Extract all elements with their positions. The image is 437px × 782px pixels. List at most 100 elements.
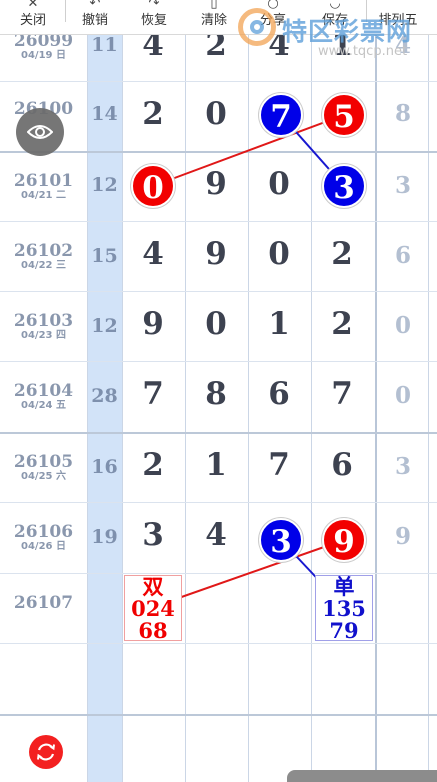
bottom-bar: [287, 770, 437, 782]
sum-value: 12: [91, 174, 118, 196]
digit-4-ball: 5: [322, 93, 366, 137]
close-icon: ✕: [27, 0, 39, 11]
digit-4-ball: 9: [322, 518, 366, 562]
prediction-digits: 024: [131, 596, 175, 621]
tail-value: 4: [394, 32, 411, 59]
sum-value: 16: [91, 456, 118, 478]
digit-4: 7: [331, 376, 353, 412]
save-label: 保存: [321, 13, 348, 28]
prediction-even[interactable]: 双 024 68: [124, 574, 182, 643]
clear-button[interactable]: ▯ 清除: [195, 0, 233, 34]
period-cell: 26099 04/19 日: [0, 32, 87, 62]
period-number: 26105: [13, 452, 74, 472]
toolbar-divider: [65, 0, 66, 22]
digit-3: 7: [268, 447, 290, 483]
period-number: 26103: [13, 311, 74, 331]
digit-1: 9: [142, 306, 164, 342]
digit-2: 4: [205, 517, 227, 553]
period-cell: 26101 04/21 二: [0, 172, 87, 202]
sum-value: 28: [91, 385, 118, 407]
digit-2: 9: [205, 236, 227, 272]
chart-grid: 26099 04/19 日 11 4 2 4 1 4 26100 14 2 0 …: [0, 0, 437, 782]
digit-1: 4: [142, 236, 164, 272]
digit-1: 7: [142, 376, 164, 412]
digit-2: 8: [205, 376, 227, 412]
prediction-odd[interactable]: 单 135 79: [315, 574, 373, 643]
sum-value: 15: [91, 245, 118, 267]
tail-value: 3: [394, 172, 411, 199]
period-number: 26101: [13, 171, 74, 191]
digit-4: 2: [331, 236, 353, 272]
period-date: 04/21 二: [21, 190, 66, 201]
period-cell: 26103 04/23 四: [0, 312, 87, 342]
period-number: 26107: [13, 593, 74, 613]
tail-value: 9: [394, 523, 411, 550]
share-label: 分享: [259, 13, 286, 28]
period-cell: 26106 04/26 日: [0, 523, 87, 553]
toolbar: ✕ 关闭 ↶ 撤销 ↷ 恢复 ▯ 清除 ○ 分享 ◡ 保存 ˅ 排列五: [0, 0, 437, 35]
digit-1: 3: [142, 517, 164, 553]
eye-icon: [27, 125, 53, 139]
sum-value: 19: [91, 526, 118, 548]
digit-1-ball: 0: [131, 164, 175, 208]
digit-1: 2: [142, 447, 164, 483]
digit-3-ball: 3: [259, 518, 303, 562]
undo-label: 撤销: [81, 13, 108, 28]
digit-2: 9: [205, 166, 227, 202]
digit-2: 1: [205, 447, 227, 483]
digit-3: 6: [268, 376, 290, 412]
period-cell: 26104 04/24 五: [0, 382, 87, 412]
tail-value: 0: [394, 312, 411, 339]
toolbar-divider: [366, 0, 367, 22]
tail-value: 8: [394, 100, 411, 127]
share-button[interactable]: ○ 分享: [254, 0, 292, 34]
refresh-icon: [37, 743, 55, 761]
digit-4: 2: [331, 306, 353, 342]
digit-3: 0: [268, 166, 290, 202]
redo-button[interactable]: ↷ 恢复: [135, 0, 173, 34]
period-date: 04/24 五: [21, 400, 66, 411]
period-cell: 26107: [0, 594, 87, 612]
share-icon: ○: [267, 0, 279, 11]
prediction-digits: 79: [329, 618, 359, 643]
close-button[interactable]: ✕ 关闭: [14, 0, 52, 34]
digit-2: 0: [205, 306, 227, 342]
clear-label: 清除: [200, 13, 227, 28]
period-cell: 26102 04/22 三: [0, 242, 87, 272]
digit-2: 0: [205, 96, 227, 132]
lottery-type-label: 排列五: [378, 13, 418, 28]
tail-value: 3: [394, 453, 411, 480]
sum-value: 12: [91, 315, 118, 337]
redo-icon: ↷: [148, 0, 160, 11]
period-number: 26102: [13, 241, 74, 261]
prediction-label: 双: [142, 574, 164, 599]
period-number: 26106: [13, 522, 74, 542]
period-cell: 26105 04/25 六: [0, 453, 87, 483]
sum-value: 11: [91, 34, 118, 56]
visibility-toggle-button[interactable]: [16, 108, 64, 156]
lottery-type-selector[interactable]: ˅ 排列五: [372, 0, 424, 34]
period-date: 04/26 日: [21, 541, 66, 552]
period-date: 04/19 日: [21, 50, 66, 61]
trash-icon: ▯: [210, 0, 218, 11]
download-icon: ◡: [329, 0, 341, 11]
period-date: 04/22 三: [21, 260, 66, 271]
prediction-digits: 135: [322, 596, 366, 621]
digit-3: 0: [268, 236, 290, 272]
digit-3-ball: 7: [259, 93, 303, 137]
save-button[interactable]: ◡ 保存: [316, 0, 354, 34]
digit-4-ball: 3: [322, 164, 366, 208]
digit-3: 1: [268, 306, 290, 342]
tail-value: 0: [394, 382, 411, 409]
prediction-label: 单: [333, 574, 355, 599]
period-number: 26104: [13, 381, 74, 401]
period-date: 04/25 六: [21, 471, 66, 482]
tail-value: 6: [394, 242, 411, 269]
prediction-digits: 68: [138, 618, 168, 643]
digit-4: 6: [331, 447, 353, 483]
close-label: 关闭: [19, 13, 46, 28]
refresh-button[interactable]: [29, 735, 63, 769]
undo-button[interactable]: ↶ 撤销: [76, 0, 114, 34]
sum-value: 14: [91, 103, 118, 125]
period-date: 04/23 四: [21, 330, 66, 341]
